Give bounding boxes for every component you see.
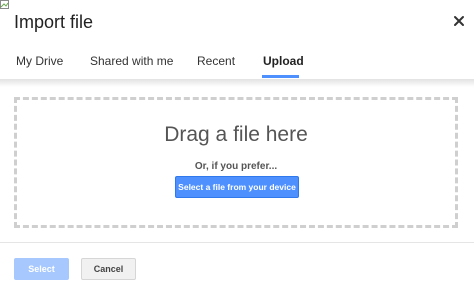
import-file-dialog: Import file My Drive Shared with me Rece… bbox=[0, 0, 474, 297]
select-button[interactable]: Select bbox=[14, 258, 69, 280]
tab-upload[interactable]: Upload bbox=[263, 48, 304, 75]
tab-my-drive[interactable]: My Drive bbox=[16, 48, 63, 75]
tab-shared-with-me[interactable]: Shared with me bbox=[90, 48, 173, 75]
active-tab-indicator bbox=[262, 75, 299, 78]
drag-file-text: Drag a file here bbox=[164, 123, 308, 146]
tab-recent[interactable]: Recent bbox=[197, 48, 235, 75]
footer-divider bbox=[0, 242, 474, 243]
prefer-text: Or, if you prefer... bbox=[194, 161, 278, 172]
upload-dropzone[interactable]: Drag a file here Or, if you prefer... Se… bbox=[14, 97, 458, 228]
select-file-from-device-button[interactable]: Select a file from your device bbox=[175, 176, 299, 198]
dialog-title: Import file bbox=[14, 12, 94, 32]
cancel-button[interactable]: Cancel bbox=[81, 258, 136, 280]
tabs-divider bbox=[0, 79, 474, 87]
tab-bar: My Drive Shared with me Recent Upload bbox=[0, 48, 474, 78]
close-icon[interactable] bbox=[452, 14, 466, 28]
broken-image-icon bbox=[0, 0, 9, 9]
